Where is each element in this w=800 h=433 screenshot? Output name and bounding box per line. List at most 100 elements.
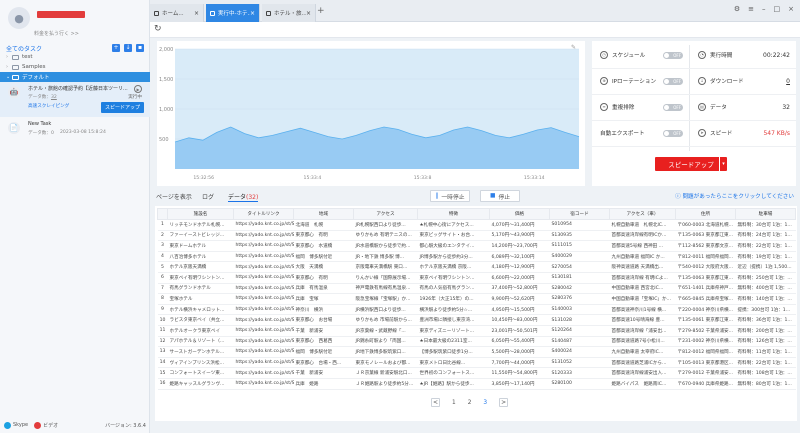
new-task-icon[interactable]: +: [112, 44, 120, 52]
close-icon[interactable]: ×: [194, 10, 199, 17]
folder-samples[interactable]: › Samples: [0, 62, 150, 72]
table-cell: 〒112-8562 東京都文京...: [675, 240, 736, 252]
table-row[interactable]: 10 ラビスタ東京ベイ（共立... https://yado.knt.co.jp/s…: [157, 314, 796, 326]
table-row[interactable]: 12 アパホテル＆リゾート〈... https://yado.knt.co.jp/s…: [157, 336, 796, 348]
skype-link[interactable]: Skype: [13, 422, 28, 428]
table-row[interactable]: 6 東京ベイ有明ワシントン... https://yado.knt.co.jp/st…: [157, 272, 796, 284]
table-row[interactable]: 15 コンフォートスイーツ東... https://yado.knt.co.jp/s…: [157, 367, 796, 379]
skype-icon[interactable]: [4, 421, 11, 429]
column-header[interactable]: 特徴: [417, 208, 490, 220]
table-cell: 6,089円～32,100円: [489, 251, 550, 263]
schedule-toggle[interactable]: OFF: [663, 51, 683, 59]
table-cell: 〒060-0003 北海道札幌...: [675, 219, 736, 231]
table-row[interactable]: 5 ホテル京阪天満橋 https://yado.knt.co.jp/st/S... 大…: [157, 261, 796, 273]
table-row[interactable]: 3 東京ドームホテル https://yado.knt.co.jp/st/S... 東…: [157, 240, 796, 252]
tab-running[interactable]: 実行中-ホテ... ×: [206, 4, 260, 22]
table-cell: 有料制：22台可 1泊：1...: [735, 357, 796, 369]
table-row[interactable]: 7 有馬グランドホテル https://yado.knt.co.jp/st/S...…: [157, 283, 796, 295]
table-cell: 東京ビッグサイト・お台...: [417, 230, 490, 242]
help-link[interactable]: ⓘ 問題があったらここをクリックしてください: [675, 192, 794, 200]
gear-icon[interactable]: ⚙: [734, 5, 740, 13]
table-row[interactable]: 8 宝塚ホテル https://yado.knt.co.jp/st/S... 兵庫 宝…: [157, 293, 796, 305]
folder-test[interactable]: › test: [0, 52, 150, 62]
page-2[interactable]: 2: [468, 400, 472, 406]
data-table-panel: 施設名 タイトルリンク 地域 アクセス 特徴 価格 宿コード アクセス（車） 住所 駐車場 1 リッ…: [155, 206, 797, 421]
column-header[interactable]: 駐車場: [735, 208, 796, 220]
table-cell: 首都高速湾岸線「浦安出...: [609, 325, 676, 337]
upgrade-link[interactable]: 料金を払う行く >>: [34, 30, 79, 37]
page-1[interactable]: 1: [452, 400, 456, 406]
minimize-icon[interactable]: –: [762, 5, 766, 13]
table-cell: 2: [157, 230, 168, 242]
video-link[interactable]: ビデオ: [43, 422, 58, 429]
tab-log[interactable]: ログ: [202, 192, 214, 201]
tab-home[interactable]: ホーム... ×: [150, 4, 204, 22]
stat-label: 実行時間: [710, 53, 733, 59]
table-cell: 〒135-0063 東京都江東...: [675, 230, 736, 242]
close-icon[interactable]: ×: [250, 10, 255, 17]
column-header[interactable]: 宿コード: [549, 208, 610, 220]
edit-icon[interactable]: ✎: [571, 44, 576, 51]
pause-button[interactable]: ‖ 一時停止: [430, 190, 470, 202]
task-item-new[interactable]: 📄 New Task データ数：0 2023-03-08 15:8:24: [0, 118, 150, 143]
table-row[interactable]: 2 ファーイーストビレッジ... https://yado.knt.co.jp/st…: [157, 230, 796, 242]
import-icon[interactable]: ↓: [124, 44, 132, 52]
table-cell: 1: [157, 219, 168, 231]
table-header-row: 施設名 タイトルリンク 地域 アクセス 特徴 価格 宿コード アクセス（車） 住所 駐車場: [157, 208, 796, 220]
table-cell: 千葉 新浦安: [293, 325, 354, 337]
sidebar-footer: Skype ビデオ バージョン: 3.6.4: [0, 419, 150, 431]
table-cell: 有料制：19台可 1泊：1...: [735, 251, 796, 263]
dedupe-toggle[interactable]: OFF: [663, 103, 683, 111]
y-tick-label: 1,000: [159, 107, 173, 113]
table-row[interactable]: 11 ホテルオークラ東京ベイ https://yado.knt.co.jp/st/S…: [157, 325, 796, 337]
table-cell: 阪神高速道路 天満橋出...: [609, 261, 676, 273]
menu-icon[interactable]: ≡: [748, 5, 754, 13]
avatar[interactable]: ●: [8, 7, 30, 29]
close-window-icon[interactable]: ×: [788, 5, 794, 13]
speedup-button[interactable]: スピードアップ: [100, 102, 144, 113]
add-tab-icon[interactable]: +: [317, 6, 325, 16]
folder-default[interactable]: ⌄ デフォルト: [0, 72, 150, 82]
stop-button[interactable]: ■ 停止: [480, 190, 520, 202]
table-row[interactable]: 9 ホテル横浜キャメロット... https://yado.knt.co.jp/st…: [157, 304, 796, 316]
column-header[interactable]: 施設名: [167, 208, 234, 220]
speedup-label: スピードアップ: [668, 161, 714, 169]
table-row[interactable]: 4 八百治博多ホテル https://yado.knt.co.jp/st/S... 福…: [157, 251, 796, 263]
video-icon[interactable]: [34, 421, 42, 429]
column-header[interactable]: [157, 208, 168, 220]
version-label: バージョン: 3.6.4: [105, 422, 146, 429]
table-cell: JR水道橋駅から徒歩で約...: [353, 240, 418, 252]
user-name[interactable]: [34, 10, 85, 18]
column-header[interactable]: 価格: [489, 208, 550, 220]
column-header[interactable]: アクセス（車）: [609, 208, 676, 220]
table-row[interactable]: 1 リッチモンドホテル札幌... https://yado.knt.co.jp/st…: [157, 219, 796, 231]
stat-value[interactable]: 0: [786, 78, 790, 85]
refresh-icon[interactable]: ↻: [154, 24, 162, 34]
close-icon[interactable]: ×: [306, 10, 311, 17]
table-row[interactable]: 13 サーストガーデンホテル... https://yado.knt.co.jp/s…: [157, 346, 796, 358]
tab-data[interactable]: データ(32): [228, 192, 259, 202]
column-header[interactable]: 住所: [675, 208, 736, 220]
tab-hotel[interactable]: ホテル・旅... ×: [262, 4, 316, 22]
next-page-button[interactable]: >: [499, 398, 509, 407]
export-toggle[interactable]: OFF: [663, 129, 683, 137]
stat-download: ↓ ダウンロード 0: [690, 70, 796, 92]
column-header[interactable]: アクセス: [353, 208, 418, 220]
table-cell: JR・地下鉄 博多駅 博...: [353, 251, 418, 263]
maximize-icon[interactable]: □: [774, 5, 781, 13]
prev-page-button[interactable]: <: [431, 398, 440, 407]
new-folder-icon[interactable]: ▪: [136, 44, 144, 52]
table-cell: S270054: [549, 261, 610, 273]
play-icon[interactable]: ▶: [134, 85, 142, 93]
table-row[interactable]: 14 ヴィアインプリンス浜松... https://yado.knt.co.jp/s…: [157, 357, 796, 369]
speedup-main-button[interactable]: スピードアップ ▾: [655, 157, 727, 171]
table-cell: ヴィアインプリンス浜松...: [167, 357, 234, 369]
page-3[interactable]: 3: [483, 400, 487, 406]
tab-view-page[interactable]: ページを表示: [156, 192, 192, 201]
column-header[interactable]: タイトルリンク: [233, 208, 294, 220]
table-row[interactable]: 16 姫路キャッスルグランヴ... https://yado.knt.co.jp/s…: [157, 378, 796, 390]
task-item-running[interactable]: 🤖 ホテル・旅館の確認予約【近藤日本ツーリ... ▶ データ数：32 実行中 高…: [0, 82, 150, 117]
chevron-down-icon[interactable]: ▾: [719, 157, 727, 171]
ip-toggle[interactable]: OFF: [663, 77, 683, 85]
column-header[interactable]: 地域: [293, 208, 354, 220]
